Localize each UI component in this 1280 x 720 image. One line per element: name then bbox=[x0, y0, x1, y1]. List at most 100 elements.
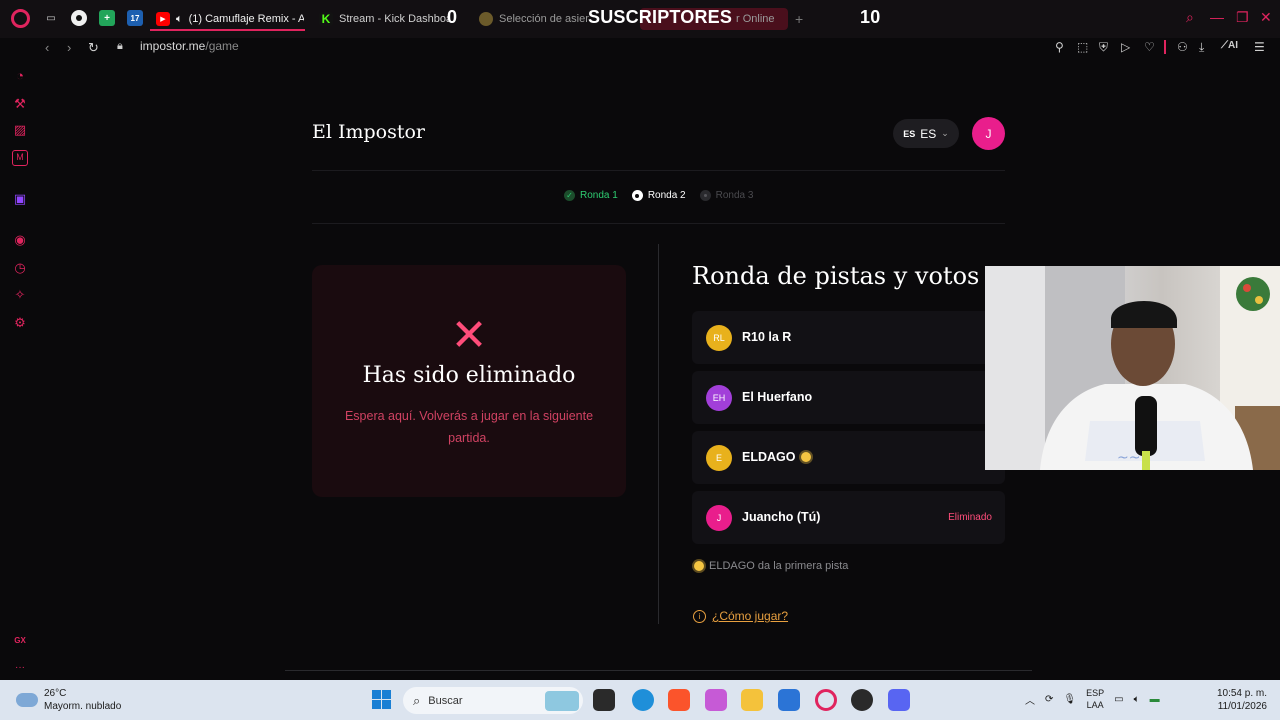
webcam-overlay: ~~ bbox=[985, 266, 1280, 470]
profile-icon[interactable]: ⚇ bbox=[1177, 40, 1188, 54]
obs-taskbar-icon[interactable] bbox=[851, 689, 873, 711]
weather-widget[interactable]: 26°C Mayorm. nublado bbox=[16, 687, 121, 713]
how-to-play-label: ¿Cómo jugar? bbox=[712, 609, 789, 623]
footer-divider bbox=[285, 670, 1032, 671]
display-icon[interactable]: ▭ bbox=[1114, 694, 1123, 705]
check-icon: ✓ bbox=[564, 190, 575, 201]
column-divider bbox=[658, 244, 659, 624]
minimize-icon[interactable]: — bbox=[1210, 9, 1224, 25]
sheets-pinned-tab-icon[interactable]: + bbox=[99, 10, 115, 26]
messenger-icon[interactable]: M bbox=[12, 150, 28, 166]
browser-tab-bar: ▭ + 17 ▶ 🔈︎ (1) Camuflaje Remix - A K St… bbox=[0, 0, 1280, 38]
menu-icon[interactable]: ☰ bbox=[1254, 40, 1265, 54]
tab-kick[interactable]: K Stream - Kick Dashboar bbox=[319, 8, 449, 30]
round-step-2: Ronda 2 bbox=[631, 190, 686, 201]
clock-time: 10:54 p. m. bbox=[1216, 688, 1267, 699]
more-icon[interactable]: ··· bbox=[12, 660, 28, 676]
active-tab-indicator bbox=[150, 29, 305, 31]
user-avatar[interactable]: J bbox=[972, 117, 1005, 150]
first-clue-text: ELDAGO da la primera pista bbox=[709, 560, 849, 572]
eliminated-x-icon: ✕ bbox=[450, 311, 488, 360]
gx-corner-icon[interactable]: ▨ bbox=[12, 122, 28, 138]
lock-icon[interactable]: 🔒︎ bbox=[117, 40, 123, 53]
file-explorer-icon[interactable] bbox=[741, 689, 763, 711]
tab-label: (1) Camuflaje Remix - A bbox=[188, 13, 304, 25]
search-highlight-icon bbox=[545, 690, 579, 711]
round-step-3: Ronda 3 bbox=[699, 190, 753, 201]
snapshot-icon[interactable]: ⬚ bbox=[1077, 40, 1088, 54]
player-name: ELDAGO bbox=[742, 450, 812, 464]
weather-temp: 26°C bbox=[44, 688, 67, 699]
extensions-icon[interactable]: ✧ bbox=[12, 287, 28, 303]
ai-icon: ⟋ bbox=[1221, 40, 1228, 51]
obs-pinned-tab-icon[interactable] bbox=[71, 10, 87, 26]
mic-icon[interactable]: 🎙︎ bbox=[1063, 694, 1076, 705]
play-icon[interactable]: ▷ bbox=[1121, 40, 1130, 54]
history-icon[interactable]: ◷ bbox=[12, 260, 28, 276]
opera-gx-taskbar-icon[interactable] bbox=[815, 689, 837, 711]
battery-icon[interactable]: ▬ bbox=[1150, 694, 1160, 705]
tab-seats[interactable]: Selección de asient bbox=[479, 8, 589, 30]
windows-start-icon[interactable] bbox=[372, 690, 391, 709]
player-row[interactable]: EH El Huerfano bbox=[692, 371, 1005, 424]
ai-button[interactable]: ⟋AI bbox=[1221, 40, 1238, 51]
tab-youtube[interactable]: ▶ 🔈︎ (1) Camuflaje Remix - A bbox=[156, 8, 304, 30]
seat-icon bbox=[479, 12, 493, 26]
kick-icon: K bbox=[319, 12, 333, 26]
sun-icon bbox=[694, 561, 704, 571]
player-avatar: RL bbox=[706, 325, 732, 351]
toolbar-divider bbox=[1164, 40, 1166, 54]
task-view-icon[interactable] bbox=[593, 689, 615, 711]
download-icon[interactable]: ⤓ bbox=[1199, 40, 1204, 55]
edge-icon[interactable] bbox=[632, 689, 654, 711]
pin-icon[interactable]: ⚲ bbox=[1055, 40, 1064, 54]
forward-icon[interactable]: › bbox=[67, 40, 71, 55]
volume-icon[interactable]: 🔈︎ bbox=[1134, 694, 1140, 705]
opera-logo-icon[interactable] bbox=[11, 9, 30, 28]
copilot-icon[interactable] bbox=[705, 689, 727, 711]
settings-icon[interactable]: ⚙ bbox=[12, 315, 28, 331]
url-path: /game bbox=[205, 39, 239, 53]
back-icon[interactable]: ‹ bbox=[45, 40, 49, 55]
subscribers-label: SUSCRIPTORES bbox=[588, 7, 733, 27]
gaming-pinned-tab-icon[interactable]: ▭ bbox=[43, 10, 59, 26]
system-tray: ︿ ⟳ 🎙︎ ESP LAA ▭ 🔈︎ ▬ bbox=[1025, 687, 1160, 711]
taskbar-clock[interactable]: 10:54 p. m. 11/01/2026 bbox=[1205, 687, 1267, 713]
how-to-play-link[interactable]: i ¿Cómo jugar? bbox=[693, 609, 788, 623]
player-row[interactable]: RL R10 la R bbox=[692, 311, 1005, 364]
tab-label: r Online bbox=[736, 13, 775, 25]
reload-icon[interactable]: ↻ bbox=[88, 40, 99, 56]
player-row[interactable]: E ELDAGO bbox=[692, 431, 1005, 484]
speaker-icon[interactable]: 🔈︎ bbox=[176, 13, 183, 26]
new-tab-button[interactable]: + bbox=[795, 8, 803, 30]
gx-label[interactable]: GX bbox=[12, 633, 28, 649]
shield-icon[interactable]: ⛨ bbox=[1099, 40, 1108, 55]
player-name: El Huerfano bbox=[742, 390, 813, 404]
maximize-icon[interactable]: ❐ bbox=[1236, 9, 1249, 26]
tv-pinned-tab-icon[interactable]: 17 bbox=[127, 10, 143, 26]
round-label: Ronda 1 bbox=[580, 190, 618, 201]
chevron-up-icon[interactable]: ︿ bbox=[1025, 692, 1035, 707]
brave-icon[interactable] bbox=[668, 689, 690, 711]
heart-icon[interactable]: ♡ bbox=[1144, 40, 1155, 54]
url-host: impostor.me bbox=[140, 39, 206, 53]
eliminated-card: ✕ Has sido eliminado Espera aquí. Volver… bbox=[312, 265, 626, 497]
player-icon[interactable]: ◉ bbox=[12, 232, 28, 248]
language-flag: ES bbox=[903, 128, 916, 139]
taskbar-search[interactable]: ⌕ Buscar bbox=[403, 687, 583, 714]
mail-icon[interactable] bbox=[778, 689, 800, 711]
briefcase-icon[interactable]: ⚒ bbox=[12, 96, 28, 112]
speed-dial-icon[interactable]: ◔ bbox=[12, 68, 28, 84]
tab-label: Stream - Kick Dashboar bbox=[339, 13, 449, 25]
tab-search-icon[interactable]: ⌕ bbox=[1186, 9, 1194, 26]
url-field[interactable]: impostor.me/game bbox=[140, 39, 239, 53]
language-selector[interactable]: ES ES ⌄ bbox=[893, 119, 959, 148]
close-icon[interactable]: ✕ bbox=[1260, 9, 1272, 26]
tab-label: Selección de asient bbox=[499, 13, 589, 25]
discord-icon[interactable] bbox=[888, 689, 910, 711]
sync-icon[interactable]: ⟳ bbox=[1045, 694, 1053, 705]
player-row[interactable]: J Juancho (Tú) Eliminado bbox=[692, 491, 1005, 544]
input-language[interactable]: ESP LAA bbox=[1086, 687, 1104, 711]
twitch-icon[interactable]: ▣ bbox=[12, 191, 28, 207]
round-stepper: ✓ Ronda 1 Ronda 2 Ronda 3 bbox=[564, 190, 753, 201]
